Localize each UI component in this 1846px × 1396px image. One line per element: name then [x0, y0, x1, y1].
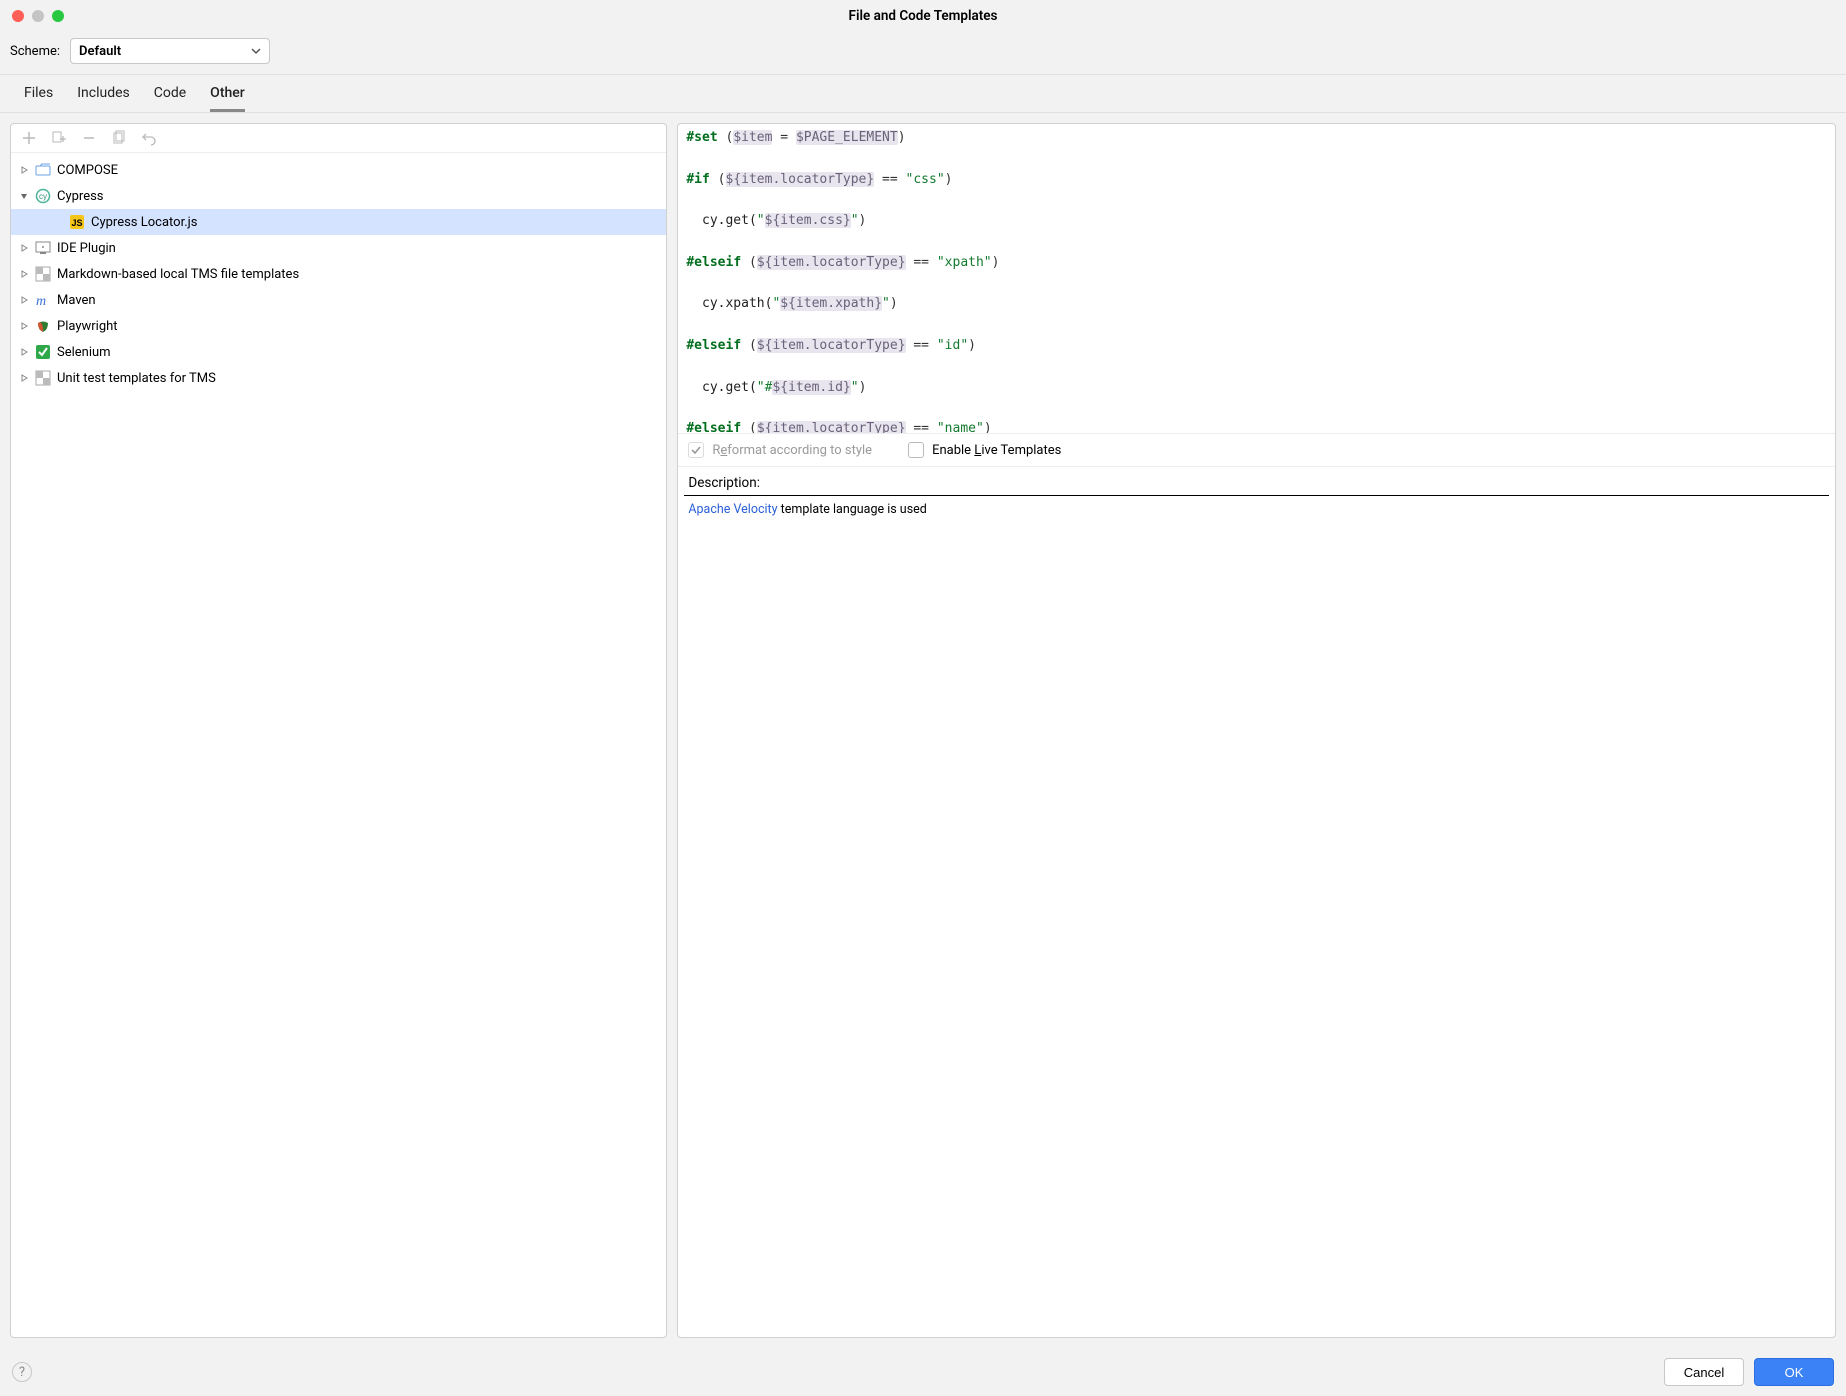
live-templates-checkbox[interactable]: Enable Live Templates: [908, 442, 1061, 458]
tree-item[interactable]: IDE Plugin: [11, 235, 666, 261]
cypress-icon: cy: [35, 188, 51, 204]
tree-item-label: Maven: [57, 293, 96, 308]
checkbox-checked-icon: [688, 442, 704, 458]
chevron-down-icon: [251, 46, 261, 56]
chevron-right-icon[interactable]: [17, 345, 31, 359]
chevron-right-icon[interactable]: [17, 293, 31, 307]
chevron-right-icon[interactable]: [17, 319, 31, 333]
description-tail: template language is used: [778, 502, 927, 517]
folder-compose-icon: [35, 162, 51, 178]
cancel-button[interactable]: Cancel: [1664, 1358, 1744, 1386]
tree-item[interactable]: m Maven: [11, 287, 666, 313]
scheme-value: Default: [79, 44, 121, 59]
reformat-checkbox: Reformat according to style: [688, 442, 872, 458]
tree-item-label: COMPOSE: [57, 163, 118, 178]
ok-button[interactable]: OK: [1754, 1358, 1834, 1386]
apache-velocity-link[interactable]: Apache Velocity: [688, 502, 777, 517]
options-row: Reformat according to style Enable Live …: [678, 434, 1835, 467]
tree-item-label: Cypress: [57, 189, 104, 204]
tree-item[interactable]: Playwright: [11, 313, 666, 339]
code-line: cy.get("${item.css}"): [686, 211, 1827, 232]
checker-icon: [35, 266, 51, 282]
tree-item-label: Selenium: [57, 345, 111, 360]
playwright-icon: [35, 318, 51, 334]
template-editor-pane: #set ($item = $PAGE_ELEMENT) #if (${item…: [677, 123, 1836, 1338]
add-icon[interactable]: [21, 130, 37, 146]
code-line: #elseif (${item.locatorType} == "xpath"): [686, 253, 1827, 274]
add-sibling-icon[interactable]: [51, 130, 67, 146]
tree-item[interactable]: Markdown-based local TMS file templates: [11, 261, 666, 287]
chevron-down-icon[interactable]: [17, 189, 31, 203]
selenium-icon: [35, 344, 51, 360]
template-tree[interactable]: COMPOSE cy Cypress JS Cypress Locator.js IDE …: [11, 153, 666, 1337]
tree-item-label: Unit test templates for TMS: [57, 371, 216, 386]
tree-item-label: Playwright: [57, 319, 118, 334]
scheme-combobox[interactable]: Default: [70, 38, 270, 64]
tab-files[interactable]: Files: [24, 85, 53, 112]
code-line: #if (${item.locatorType} == "css"): [686, 170, 1827, 191]
remove-icon[interactable]: [81, 130, 97, 146]
code-line: #elseif (${item.locatorType} == "id"): [686, 336, 1827, 357]
chevron-right-icon[interactable]: [17, 241, 31, 255]
code-line: cy.xpath("${item.xpath}"): [686, 294, 1827, 315]
svg-text:m: m: [36, 294, 46, 308]
tree-item[interactable]: JS Cypress Locator.js: [11, 209, 666, 235]
description-body: Apache Velocity template language is use…: [678, 496, 1835, 1337]
chevron-right-icon[interactable]: [17, 163, 31, 177]
tree-item[interactable]: Unit test templates for TMS: [11, 365, 666, 391]
template-tree-pane: COMPOSE cy Cypress JS Cypress Locator.js IDE …: [10, 123, 667, 1338]
checkbox-unchecked-icon: [908, 442, 924, 458]
undo-icon[interactable]: [141, 130, 157, 146]
checker-icon: [35, 370, 51, 386]
copy-icon[interactable]: [111, 130, 127, 146]
svg-text:cy: cy: [39, 192, 47, 201]
template-code-editor[interactable]: #set ($item = $PAGE_ELEMENT) #if (${item…: [678, 124, 1835, 434]
tree-item-label: Cypress Locator.js: [91, 215, 197, 230]
tab-other[interactable]: Other: [210, 85, 245, 112]
maven-icon: m: [35, 292, 51, 308]
footer-buttons: Cancel OK: [1664, 1358, 1834, 1386]
code-line: #elseif (${item.locatorType} == "name"): [686, 419, 1827, 434]
help-button[interactable]: ?: [12, 1362, 32, 1382]
chevron-right-icon[interactable]: [17, 267, 31, 281]
reformat-label: Reformat according to style: [712, 443, 872, 458]
tree-item[interactable]: cy Cypress: [11, 183, 666, 209]
scheme-label: Scheme:: [10, 44, 60, 59]
description-heading: Description:: [678, 467, 1835, 495]
tree-item-label: IDE Plugin: [57, 241, 116, 256]
ide-icon: [35, 240, 51, 256]
code-line: #set ($item = $PAGE_ELEMENT): [686, 128, 1827, 149]
tree-item[interactable]: COMPOSE: [11, 157, 666, 183]
tab-includes[interactable]: Includes: [77, 85, 130, 112]
footer: ? Cancel OK: [0, 1348, 1846, 1396]
main-split: COMPOSE cy Cypress JS Cypress Locator.js IDE …: [0, 113, 1846, 1348]
tree-toolbar: [11, 124, 666, 153]
tree-item[interactable]: Selenium: [11, 339, 666, 365]
tab-bar: Files Includes Code Other: [0, 75, 1846, 113]
scheme-row: Scheme: Default: [0, 32, 1846, 75]
tab-code[interactable]: Code: [154, 85, 186, 112]
chevron-right-icon[interactable]: [17, 371, 31, 385]
window-title: File and Code Templates: [0, 8, 1846, 24]
live-templates-label: Enable Live Templates: [932, 443, 1061, 458]
js-icon: JS: [69, 214, 85, 230]
svg-text:JS: JS: [71, 218, 82, 228]
titlebar: File and Code Templates: [0, 0, 1846, 32]
code-line: cy.get("#${item.id}"): [686, 378, 1827, 399]
tree-item-label: Markdown-based local TMS file templates: [57, 267, 299, 282]
